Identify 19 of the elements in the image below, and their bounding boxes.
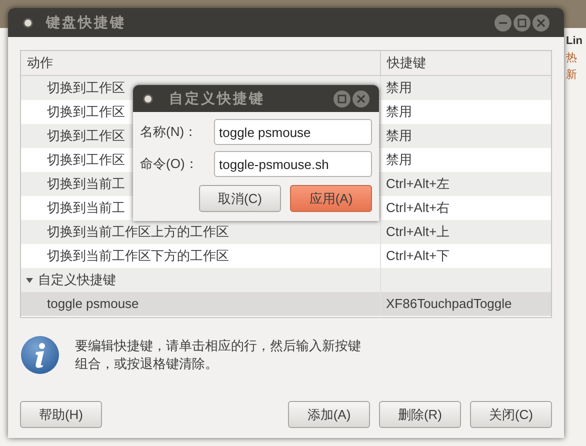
shortcut-cell-text: 禁用	[385, 151, 413, 170]
shortcut-cell-text: 禁用	[385, 79, 413, 98]
shortcut-cell-text: Ctrl+Alt+上	[385, 223, 451, 242]
shortcut-cell-text: Ctrl+Alt+左	[385, 175, 451, 194]
field-label: 命令(O)：	[140, 155, 198, 174]
shortcut-cell-text: Ctrl+Alt+下	[385, 247, 451, 266]
field-label: 名称(N)：	[140, 123, 198, 142]
action-cell: toggle psmouse	[21, 292, 381, 316]
shortcut-cell-text: Ctrl+Alt+右	[385, 199, 451, 218]
background-text: Lin	[566, 36, 584, 47]
group-label: 自定义快捷键	[38, 271, 116, 290]
info-text: 要编辑快捷键，请单击相应的行，然后输入新按键	[75, 337, 361, 355]
shortcut-cell-text: 禁用	[385, 103, 413, 122]
info-text: 组合，或按退格键清除。	[75, 355, 219, 373]
window-title: 键盘快捷键	[46, 13, 126, 32]
shortcut-cell-text: 禁用	[385, 127, 413, 146]
background-text: 新	[566, 70, 578, 81]
background-text: 热	[566, 53, 578, 64]
shortcut-cell-text: XF86TouchpadToggle	[385, 295, 513, 314]
